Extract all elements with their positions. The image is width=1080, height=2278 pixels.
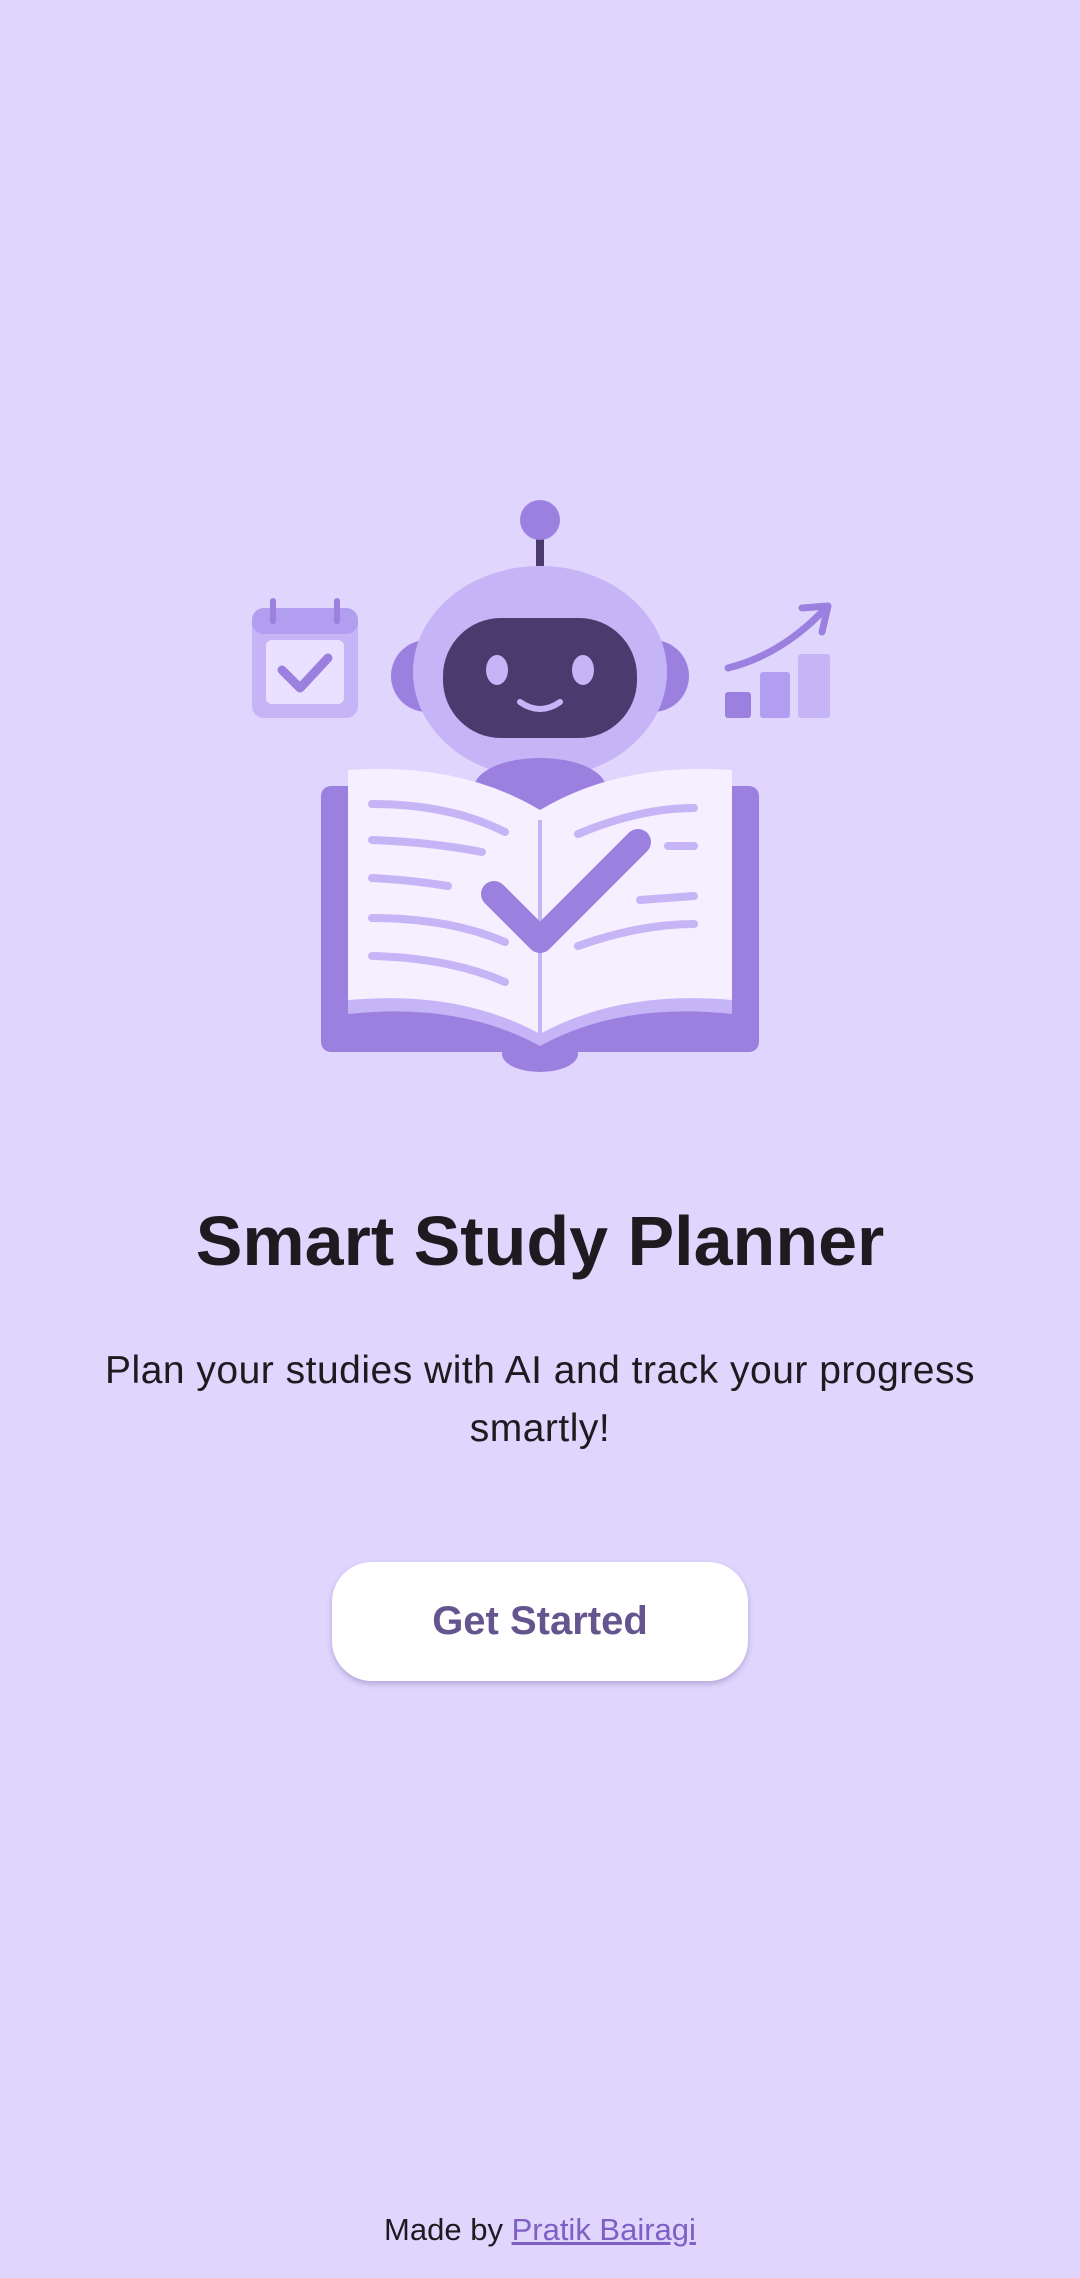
calendar-check-icon [252,598,358,718]
author-link[interactable]: Pratik Bairagi [512,2212,696,2247]
growth-chart-icon [724,602,832,718]
robot-icon [391,500,689,818]
get-started-button[interactable]: Get Started [332,1562,748,1681]
app-tagline: Plan your studies with AI and track your… [105,1349,975,1450]
open-book-icon [321,768,759,1072]
app-title: Smart Study Planner [195,1202,885,1280]
hero-illustration [220,490,860,1090]
footer-credit-prefix: Made by [384,2212,503,2247]
footer-credit: Made by Pratik Bairagi [0,2206,1080,2254]
